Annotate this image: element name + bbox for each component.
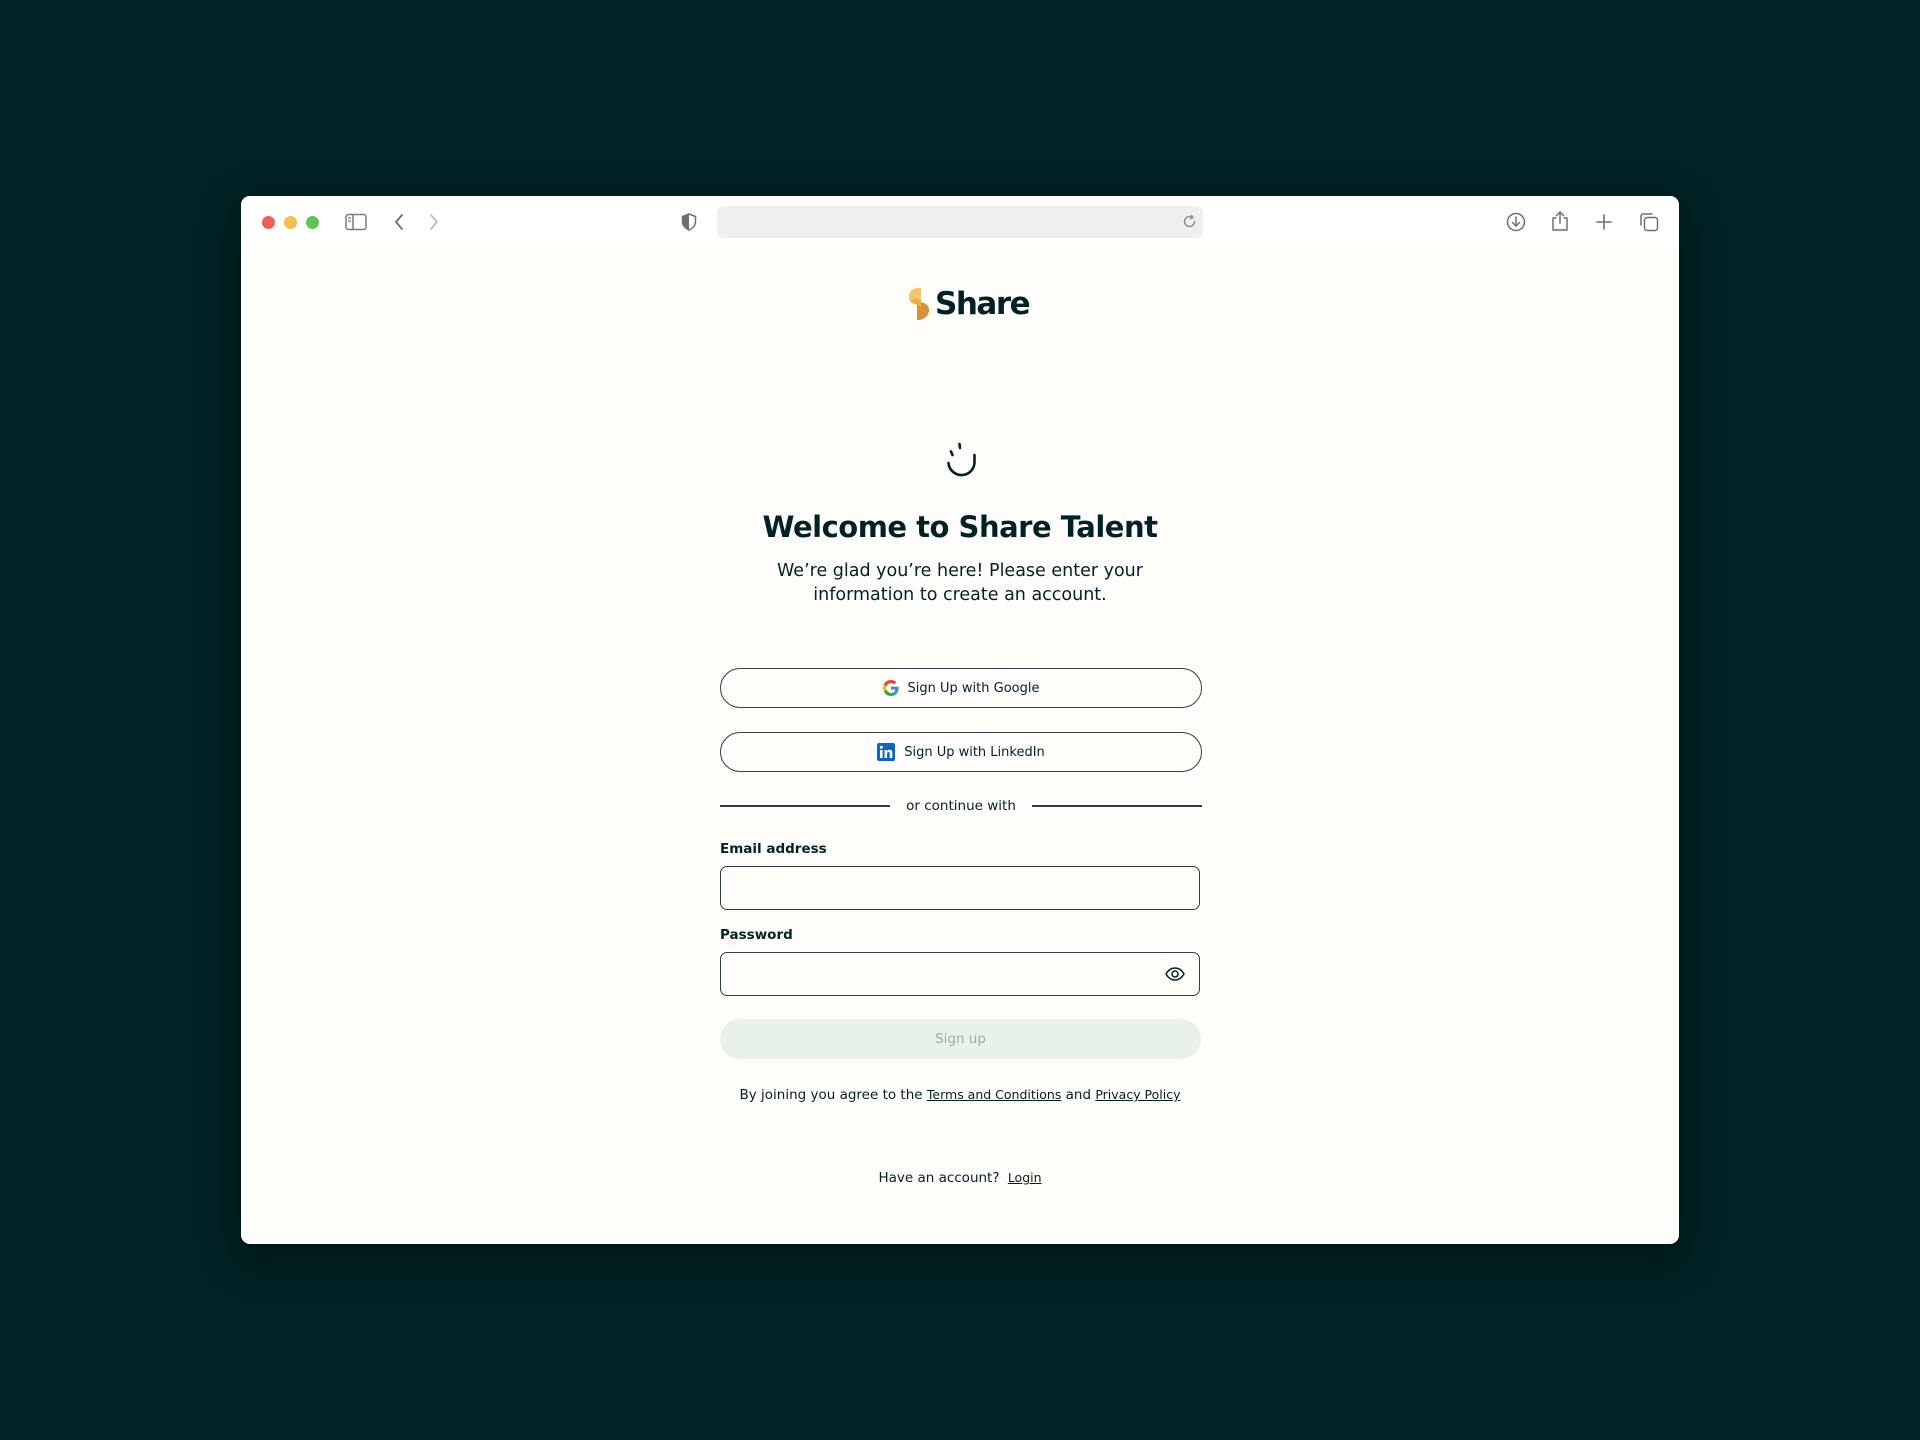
email-label: Email address bbox=[720, 841, 827, 857]
email-field[interactable] bbox=[721, 867, 1199, 909]
google-icon bbox=[882, 680, 899, 696]
close-window-button[interactable] bbox=[262, 216, 275, 229]
forward-icon[interactable] bbox=[428, 213, 440, 231]
page-title: Welcome to Share Talent bbox=[762, 510, 1158, 544]
email-field-wrapper bbox=[720, 866, 1200, 910]
show-password-icon[interactable] bbox=[1165, 966, 1185, 982]
address-bar[interactable] bbox=[717, 206, 1203, 238]
or-divider: or continue with bbox=[720, 798, 1203, 814]
share-logo-mark-icon bbox=[909, 288, 929, 320]
terms-notice: By joining you agree to the Terms and Co… bbox=[241, 1087, 1679, 1103]
brand-name: Share bbox=[935, 286, 1031, 322]
terms-prefix: By joining you agree to the bbox=[739, 1087, 923, 1103]
linkedin-icon bbox=[877, 743, 896, 761]
password-label: Password bbox=[720, 927, 793, 943]
signup-page: Share Welcome to Share Talent We’re glad… bbox=[241, 248, 1679, 1244]
sidebar-icon[interactable] bbox=[345, 213, 367, 231]
linkedin-signup-button[interactable]: Sign Up with LinkedIn bbox=[720, 732, 1202, 772]
linkedin-button-label: Sign Up with LinkedIn bbox=[904, 744, 1045, 760]
new-tab-icon[interactable] bbox=[1595, 213, 1613, 231]
privacy-link[interactable]: Privacy Policy bbox=[1095, 1087, 1180, 1102]
browser-window: Share Welcome to Share Talent We’re glad… bbox=[241, 196, 1679, 1244]
password-field-wrapper bbox=[720, 952, 1200, 996]
download-icon[interactable] bbox=[1506, 212, 1526, 232]
divider-line-left bbox=[720, 805, 891, 807]
tabs-overview-icon[interactable] bbox=[1639, 212, 1659, 232]
signup-button[interactable]: Sign up bbox=[720, 1019, 1201, 1059]
share-icon[interactable] bbox=[1551, 210, 1569, 232]
divider-line-right bbox=[1031, 805, 1203, 807]
page-subtitle: We’re glad you’re here! Please enter you… bbox=[777, 561, 1143, 605]
share-logo[interactable]: Share bbox=[907, 284, 1031, 324]
have-account-text: Have an account? bbox=[878, 1170, 1000, 1186]
terms-link[interactable]: Terms and Conditions bbox=[927, 1087, 1061, 1102]
login-prompt: Have an account? Login bbox=[241, 1170, 1679, 1186]
smile-icon bbox=[934, 441, 988, 491]
maximize-window-button[interactable] bbox=[306, 216, 319, 229]
login-link[interactable]: Login bbox=[1008, 1170, 1042, 1185]
reload-icon[interactable] bbox=[1182, 214, 1197, 233]
terms-and: and bbox=[1065, 1087, 1092, 1103]
divider-text: or continue with bbox=[906, 798, 1016, 814]
google-signup-button[interactable]: Sign Up with Google bbox=[720, 668, 1202, 708]
shield-icon[interactable] bbox=[681, 213, 697, 231]
minimize-window-button[interactable] bbox=[284, 216, 297, 229]
browser-toolbar bbox=[241, 196, 1679, 248]
password-field[interactable] bbox=[721, 953, 1199, 995]
back-icon[interactable] bbox=[393, 213, 405, 231]
google-button-label: Sign Up with Google bbox=[907, 680, 1040, 696]
